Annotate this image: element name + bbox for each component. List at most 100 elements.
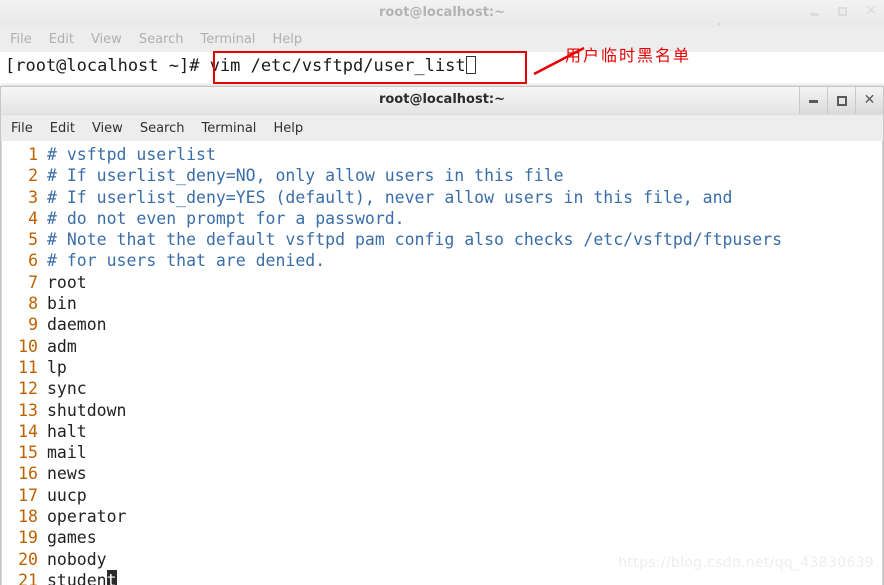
vim-line: 17 uucp [2,485,882,506]
vim-line-number: 17 [18,485,38,505]
vim-line-number: 21 [18,570,38,585]
vim-line-text: shutdown [47,400,127,420]
vim-line-text: halt [47,421,87,441]
vim-line-number: 5 [28,230,38,250]
decorative-dot [718,23,720,25]
vim-line: 10 adm [2,336,882,357]
vim-line-number: 4 [28,208,38,228]
terminal-cursor [465,56,476,74]
vim-line-text: news [47,464,87,484]
vim-line-text: # do not even prompt for a password. [47,208,405,228]
maximize-icon [837,96,847,106]
close-button[interactable]: ✕ [855,87,883,114]
vim-line: 1 # vsftpd userlist [2,144,882,165]
vim-line-number: 20 [18,549,38,569]
vim-line-number: 12 [18,379,38,399]
menu-item-view[interactable]: View [92,121,123,136]
menu-item-terminal[interactable]: Terminal [201,121,256,136]
minimize-icon [809,100,818,103]
vim-line-number: 6 [28,251,38,271]
vim-line: 14 halt [2,421,882,442]
vim-line: 6 # for users that are denied. [2,250,882,271]
vim-line-number: 7 [28,272,38,292]
menu-item-search[interactable]: Search [140,121,185,136]
shell-prompt: [root@localhost ~]# [5,56,210,76]
background-window-controls: ✕ [808,3,878,19]
vim-window-titlebar[interactable]: root@localhost:~ ✕ [1,87,883,115]
vim-line: 19 games [2,527,882,548]
menu-item-terminal[interactable]: Terminal [200,32,255,47]
vim-line-number: 1 [28,145,38,164]
close-icon: ✕ [863,92,876,108]
vim-line: 16 news [2,463,882,484]
watermark-text: https://blog.csdn.net/qq_43830639 [618,555,874,571]
menu-item-search[interactable]: Search [139,32,184,47]
vim-line-text-before-cursor: studen [47,570,107,585]
menu-item-file[interactable]: File [10,32,32,47]
vim-terminal-window[interactable]: root@localhost:~ ✕ File Edit View Search… [0,86,884,585]
vim-line: 18 operator [2,506,882,527]
vim-block-cursor: t [106,569,117,585]
maximize-button[interactable] [836,5,850,19]
vim-line-number: 2 [28,166,38,186]
vim-line-text: # vsftpd userlist [47,145,216,164]
vim-line-text: # If userlist_deny=YES (default), never … [47,187,733,207]
minimize-button[interactable] [799,87,827,114]
background-terminal-window[interactable]: root@localhost:~ ✕ File Edit View Search… [0,0,884,92]
vim-line-text: uucp [47,485,87,505]
close-icon: ✕ [865,3,877,19]
background-window-title: root@localhost:~ [378,5,506,20]
menu-item-edit[interactable]: Edit [50,121,75,136]
vim-line-text: bin [47,294,77,314]
vim-line: 5 # Note that the default vsftpd pam conf… [2,229,882,250]
vim-line-text: operator [47,507,127,527]
vim-line-number: 14 [18,421,38,441]
vim-window-menubar: File Edit View Search Terminal Help [1,115,883,141]
vim-line-number: 13 [18,400,38,420]
vim-line: 4 # do not even prompt for a password. [2,208,882,229]
vim-line: 13 shutdown [2,400,882,421]
vim-line-number: 18 [18,507,38,527]
vim-line-text: lp [47,357,67,377]
vim-line-list: 1 # vsftpd userlist 2 # If userlist_deny=NO… [2,144,882,585]
vim-line-text: adm [47,336,77,356]
menu-item-help[interactable]: Help [273,121,303,136]
close-button[interactable]: ✕ [864,3,878,19]
vim-line: 8 bin [2,293,882,314]
vim-line: 12 sync [2,378,882,399]
vim-line-number: 16 [18,464,38,484]
menu-item-file[interactable]: File [11,121,33,136]
vim-window-controls: ✕ [799,87,883,114]
minimize-icon [810,13,819,16]
vim-line-text: sync [47,379,87,399]
vim-line: 3 # If userlist_deny=YES (default), never… [2,187,882,208]
shell-prompt-line: [root@localhost ~]# vim /etc/vsftpd/user… [2,54,884,78]
vim-line-text: # If userlist_deny=NO, only allow users … [47,166,564,186]
minimize-button[interactable] [808,5,822,19]
maximize-button[interactable] [827,87,855,114]
vim-line-text: mail [47,443,87,463]
vim-line-number: 9 [28,315,38,335]
menu-item-edit[interactable]: Edit [49,32,74,47]
background-window-titlebar[interactable]: root@localhost:~ ✕ [0,0,884,27]
menu-item-view[interactable]: View [91,32,122,47]
vim-line-text: nobody [47,549,107,569]
vim-editor-area[interactable]: 1 # vsftpd userlist 2 # If userlist_deny=NO… [1,141,883,585]
vim-line-number: 8 [28,294,38,314]
background-window-menubar: File Edit View Search Terminal Help [0,27,884,52]
maximize-icon [838,7,847,16]
vim-line: 7 root [2,272,882,293]
vim-line-text: daemon [47,315,107,335]
vim-line-text: student [38,569,117,585]
vim-line-text: # Note that the default vsftpd pam confi… [47,230,783,250]
vim-line-number: 3 [28,187,38,207]
vim-window-title: root@localhost:~ [378,92,506,107]
vim-line-number: 15 [18,443,38,463]
vim-line: 15 mail [2,442,882,463]
shell-command: vim /etc/vsftpd/user_list [209,56,466,76]
menu-item-help[interactable]: Help [272,32,302,47]
vim-line-number: 11 [18,357,38,377]
vim-line-cursor: 21 student [2,569,882,585]
vim-line-text: root [47,272,87,292]
vim-line-number: 10 [18,336,38,356]
